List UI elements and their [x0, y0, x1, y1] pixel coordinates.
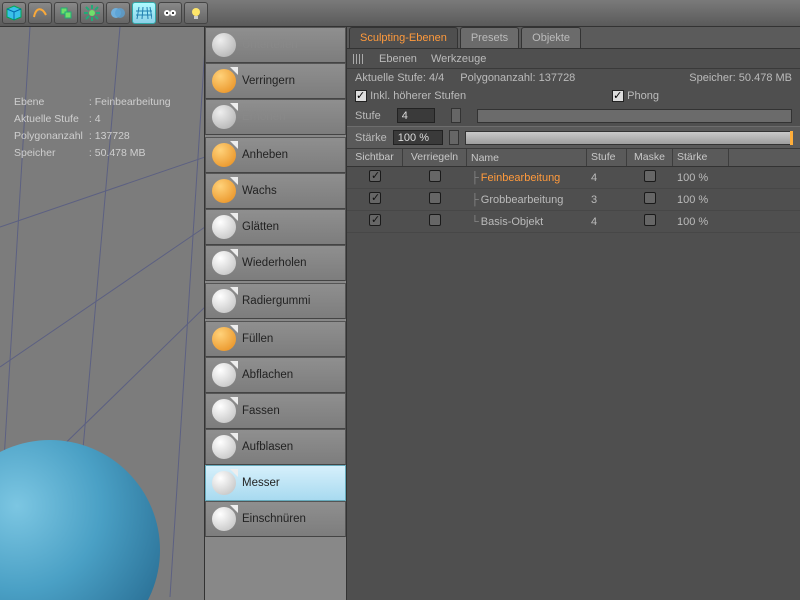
- chk-phong[interactable]: Phong: [612, 90, 659, 102]
- table-row[interactable]: ├Feinbearbeitung 4 100 %: [347, 167, 800, 189]
- tool-curve-icon[interactable]: [28, 2, 52, 24]
- mask-checkbox[interactable]: [644, 170, 656, 182]
- layer-name[interactable]: Feinbearbeitung: [481, 172, 561, 184]
- tool-gear-icon[interactable]: [80, 2, 104, 24]
- tab-objekte[interactable]: Objekte: [521, 27, 581, 48]
- tab-presets[interactable]: Presets: [460, 27, 519, 48]
- stufe-row: Stufe 4: [347, 105, 800, 126]
- tool-wachs[interactable]: Wachs: [205, 173, 346, 209]
- mask-checkbox[interactable]: [644, 214, 656, 226]
- viewport[interactable]: Ebene: Feinbearbeitung Aktuelle Stufe: 4…: [0, 27, 205, 600]
- layer-strength: 100 %: [673, 172, 729, 184]
- chk-inkl-hoeherer-stufen[interactable]: Inkl. höherer Stufen: [355, 90, 466, 102]
- visible-checkbox[interactable]: [369, 214, 381, 226]
- stufe-slider[interactable]: [477, 109, 792, 123]
- tool-cloner-icon[interactable]: [54, 2, 78, 24]
- tool-messer[interactable]: Messer: [205, 465, 346, 501]
- tool-abflachen[interactable]: Abflachen: [205, 357, 346, 393]
- visible-checkbox[interactable]: [369, 170, 381, 182]
- tab-sculpting-ebenen[interactable]: Sculpting-Ebenen: [349, 27, 458, 48]
- tool-eyes-icon[interactable]: [158, 2, 182, 24]
- tree-branch-icon: └: [471, 216, 479, 228]
- tool-anheben[interactable]: Anheben: [205, 137, 346, 173]
- table-row[interactable]: ├Grobbearbeitung 3 100 %: [347, 189, 800, 211]
- grip-icon: [353, 54, 365, 64]
- tool-aufblasen[interactable]: Aufblasen: [205, 429, 346, 465]
- subtab-werkzeuge[interactable]: Werkzeuge: [431, 53, 486, 65]
- tool-fuellen[interactable]: Füllen: [205, 321, 346, 357]
- tool-glaetten[interactable]: Glätten: [205, 209, 346, 245]
- layer-stufe: 3: [587, 194, 627, 206]
- viewport-hud: Ebene: Feinbearbeitung Aktuelle Stufe: 4…: [12, 93, 177, 163]
- layer-strength: 100 %: [673, 194, 729, 206]
- staerke-spinner[interactable]: [449, 130, 459, 145]
- layer-strength: 100 %: [673, 216, 729, 228]
- tool-grid-icon[interactable]: [132, 2, 156, 24]
- tool-boolean-icon[interactable]: [106, 2, 130, 24]
- lock-checkbox[interactable]: [429, 214, 441, 226]
- stufe-input[interactable]: 4: [397, 108, 435, 123]
- staerke-label: Stärke: [355, 132, 387, 144]
- stufe-spinner[interactable]: [451, 108, 461, 123]
- panel-tabbar: Sculpting-Ebenen Presets Objekte: [347, 27, 800, 49]
- strength-row: Stärke 100 %: [347, 126, 800, 149]
- table-row[interactable]: └Basis-Objekt 4 100 %: [347, 211, 800, 233]
- tool-erhoehen[interactable]: Erhöhen: [205, 99, 346, 135]
- layer-name[interactable]: Basis-Objekt: [481, 216, 543, 228]
- sculpting-panel: Sculpting-Ebenen Presets Objekte Ebenen …: [347, 27, 800, 600]
- tool-einschnueren[interactable]: Einschnüren: [205, 501, 346, 537]
- layer-stufe: 4: [587, 172, 627, 184]
- tool-verringern[interactable]: Verringern: [205, 63, 346, 99]
- mask-checkbox[interactable]: [644, 192, 656, 204]
- tool-fassen[interactable]: Fassen: [205, 393, 346, 429]
- staerke-slider[interactable]: [465, 131, 792, 145]
- layer-table: Sichtbar Verriegeln Name Stufe Maske Stä…: [347, 149, 800, 600]
- tree-branch-icon: ├: [471, 194, 479, 206]
- tool-cube-icon[interactable]: [2, 2, 26, 24]
- panel-subtabs: Ebenen Werkzeuge: [347, 49, 800, 69]
- tool-panel: Unterteilen Verringern Erhöhen Anheben W…: [205, 27, 347, 600]
- tool-light-icon[interactable]: [184, 2, 208, 24]
- lock-checkbox[interactable]: [429, 170, 441, 182]
- tool-unterteilen[interactable]: Unterteilen: [205, 27, 346, 63]
- layer-name[interactable]: Grobbearbeitung: [481, 194, 564, 206]
- layer-stufe: 4: [587, 216, 627, 228]
- stufe-label: Stufe: [355, 110, 381, 122]
- tool-wiederholen[interactable]: Wiederholen: [205, 245, 346, 281]
- staerke-input[interactable]: 100 %: [393, 130, 443, 145]
- tree-branch-icon: ├: [471, 172, 479, 184]
- layer-table-header: Sichtbar Verriegeln Name Stufe Maske Stä…: [347, 149, 800, 167]
- top-toolbar: [0, 0, 800, 27]
- visible-checkbox[interactable]: [369, 192, 381, 204]
- options-row: Inkl. höherer Stufen Phong: [347, 87, 800, 105]
- subtab-ebenen[interactable]: Ebenen: [379, 53, 417, 65]
- info-row: Aktuelle Stufe: 4/4 Polygonanzahl: 13772…: [347, 69, 800, 87]
- lock-checkbox[interactable]: [429, 192, 441, 204]
- tool-radiergummi[interactable]: Radiergummi: [205, 283, 346, 319]
